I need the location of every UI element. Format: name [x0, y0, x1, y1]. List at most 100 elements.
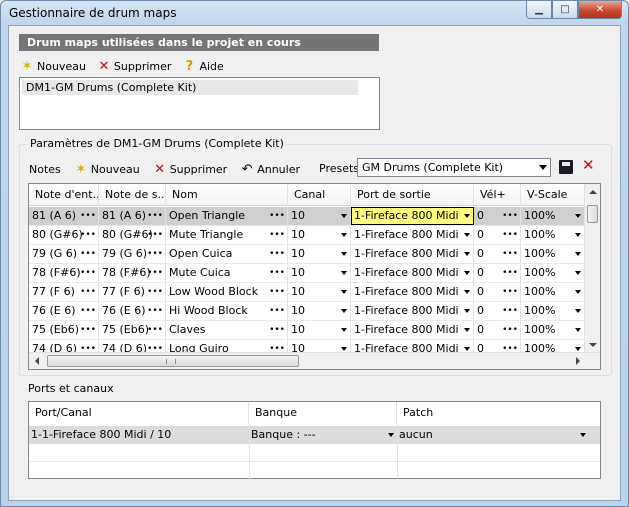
- new-map-button[interactable]: ✶ Nouveau: [19, 58, 86, 74]
- ellipsis-icon[interactable]: •••: [502, 283, 518, 301]
- ellipsis-icon[interactable]: •••: [80, 245, 96, 263]
- chevron-down-icon[interactable]: [575, 214, 581, 218]
- column-header[interactable]: Canal: [288, 184, 351, 206]
- chevron-down-icon[interactable]: [575, 290, 581, 294]
- table-row[interactable]: 78 (F#6) ••• 78 (F#6) ••• Mute Cuica ••• 10 1-F…: [29, 264, 585, 283]
- ellipsis-icon[interactable]: •••: [269, 207, 285, 225]
- ellipsis-icon[interactable]: •••: [80, 226, 96, 244]
- chevron-down-icon[interactable]: [575, 347, 581, 351]
- save-icon[interactable]: [559, 160, 573, 174]
- table-row[interactable]: 81 (A 6) ••• 81 (A 6) ••• Open Triangle ••• 10…: [29, 207, 585, 226]
- minimize-button[interactable]: ▁: [526, 1, 552, 19]
- channel-cell[interactable]: 10: [288, 245, 351, 263]
- output-port-cell[interactable]: 1-Fireface 800 Midi: [351, 283, 474, 301]
- chevron-down-icon[interactable]: [575, 309, 581, 313]
- ellipsis-icon[interactable]: •••: [269, 264, 285, 282]
- chevron-down-icon[interactable]: [464, 252, 470, 256]
- channel-cell[interactable]: 10: [288, 302, 351, 320]
- table-row[interactable]: 79 (G 6) ••• 79 (G 6) ••• Open Cuica ••• 10 1-F…: [29, 245, 585, 264]
- patch-cell[interactable]: aucun: [397, 426, 589, 444]
- ellipsis-icon[interactable]: •••: [147, 321, 163, 339]
- chevron-down-icon[interactable]: [341, 290, 347, 294]
- output-note-cell[interactable]: 80 (G#6) •••: [99, 226, 166, 244]
- chevron-down-icon[interactable]: [464, 309, 470, 313]
- input-note-cell[interactable]: 78 (F#6) •••: [29, 264, 99, 282]
- chevron-down-icon[interactable]: [341, 347, 347, 351]
- horizontal-scrollbar[interactable]: [29, 352, 600, 369]
- ellipsis-icon[interactable]: •••: [147, 283, 163, 301]
- table-row[interactable]: 80 (G#6) ••• 80 (G#6) ••• Mute Triangle ••• 10…: [29, 226, 585, 245]
- chevron-down-icon[interactable]: [464, 328, 470, 332]
- new-note-button[interactable]: ✶ Nouveau: [73, 161, 139, 177]
- ellipsis-icon[interactable]: •••: [80, 207, 96, 225]
- velocity-cell[interactable]: 0 •••: [474, 283, 521, 301]
- table-row[interactable]: 77 (F 6) ••• 77 (F 6) ••• Low Wood Block ••• 1…: [29, 283, 585, 302]
- scroll-left-icon[interactable]: [35, 357, 39, 365]
- name-cell[interactable]: Open Cuica •••: [166, 245, 288, 263]
- chevron-down-icon[interactable]: [341, 252, 347, 256]
- ellipsis-icon[interactable]: •••: [80, 321, 96, 339]
- column-header[interactable]: Port de sortie: [351, 184, 474, 206]
- table-row[interactable]: 76 (E 6) ••• 76 (E 6) ••• Hi Wood Block ••• 10…: [29, 302, 585, 321]
- ellipsis-icon[interactable]: •••: [80, 283, 96, 301]
- chevron-down-icon[interactable]: [341, 233, 347, 237]
- vscale-cell[interactable]: 100%: [521, 283, 585, 301]
- chevron-down-icon[interactable]: [464, 347, 470, 351]
- column-header[interactable]: Banque: [249, 402, 397, 424]
- ellipsis-icon[interactable]: •••: [147, 245, 163, 263]
- delete-preset-icon[interactable]: ✕: [582, 156, 595, 174]
- ellipsis-icon[interactable]: •••: [269, 302, 285, 320]
- chevron-down-icon[interactable]: [341, 309, 347, 313]
- velocity-cell[interactable]: 0 •••: [474, 207, 521, 225]
- output-note-cell[interactable]: 76 (E 6) •••: [99, 302, 166, 320]
- input-note-cell[interactable]: 80 (G#6) •••: [29, 226, 99, 244]
- ellipsis-icon[interactable]: •••: [147, 264, 163, 282]
- column-header[interactable]: V-Scale: [521, 184, 585, 206]
- channel-cell[interactable]: 10: [288, 264, 351, 282]
- vscale-cell[interactable]: 100%: [521, 207, 585, 225]
- column-header[interactable]: Nom: [166, 184, 288, 206]
- ellipsis-icon[interactable]: •••: [502, 321, 518, 339]
- name-cell[interactable]: Low Wood Block •••: [166, 283, 288, 301]
- vscale-cell[interactable]: 100%: [521, 321, 585, 339]
- ellipsis-icon[interactable]: •••: [80, 302, 96, 320]
- ellipsis-icon[interactable]: •••: [147, 226, 163, 244]
- output-note-cell[interactable]: 75 (Eb6) •••: [99, 321, 166, 339]
- table-row[interactable]: 1-1-Fireface 800 Midi / 10 Banque : --- …: [29, 426, 600, 444]
- scroll-thumb[interactable]: [587, 205, 598, 223]
- name-cell[interactable]: Mute Cuica •••: [166, 264, 288, 282]
- input-note-cell[interactable]: 76 (E 6) •••: [29, 302, 99, 320]
- channel-cell[interactable]: 10: [288, 226, 351, 244]
- output-note-cell[interactable]: 79 (G 6) •••: [99, 245, 166, 263]
- drum-maps-list[interactable]: DM1-GM Drums (Complete Kit): [19, 77, 380, 130]
- ellipsis-icon[interactable]: •••: [147, 207, 163, 225]
- table-row[interactable]: 75 (Eb6) ••• 75 (Eb6) ••• Claves ••• 10 1-Firef…: [29, 321, 585, 340]
- velocity-cell[interactable]: 0 •••: [474, 245, 521, 263]
- scroll-down-icon[interactable]: [589, 343, 597, 347]
- maximize-button[interactable]: □: [552, 1, 578, 19]
- scroll-thumb[interactable]: [47, 355, 299, 367]
- presets-dropdown[interactable]: GM Drums (Complete Kit): [357, 158, 551, 177]
- ellipsis-icon[interactable]: •••: [502, 207, 518, 225]
- chevron-down-icon[interactable]: [575, 328, 581, 332]
- ports-grid[interactable]: Port/Canal Banque Patch 1-1-Fireface 800…: [28, 401, 601, 480]
- vscale-cell[interactable]: 100%: [521, 226, 585, 244]
- channel-cell[interactable]: 10: [288, 283, 351, 301]
- column-header[interactable]: Note d'ent...: [29, 184, 99, 206]
- column-header[interactable]: Note de s...: [99, 184, 166, 206]
- output-port-cell[interactable]: 1-Fireface 800 Midi: [351, 226, 474, 244]
- chevron-down-icon[interactable]: [575, 271, 581, 275]
- scroll-right-icon[interactable]: [576, 357, 580, 365]
- name-cell[interactable]: Open Triangle •••: [166, 207, 288, 225]
- chevron-down-icon[interactable]: [464, 290, 470, 294]
- chevron-down-icon[interactable]: [341, 328, 347, 332]
- input-note-cell[interactable]: 77 (F 6) •••: [29, 283, 99, 301]
- column-header[interactable]: Patch: [397, 402, 600, 424]
- help-button[interactable]: ? Aide: [181, 58, 224, 74]
- ellipsis-icon[interactable]: •••: [502, 226, 518, 244]
- velocity-cell[interactable]: 0 •••: [474, 302, 521, 320]
- velocity-cell[interactable]: 0 •••: [474, 321, 521, 339]
- channel-cell[interactable]: 10: [288, 207, 351, 225]
- name-cell[interactable]: Mute Triangle •••: [166, 226, 288, 244]
- drum-map-grid[interactable]: Note d'ent... Note de s... Nom Canal Por…: [28, 183, 601, 370]
